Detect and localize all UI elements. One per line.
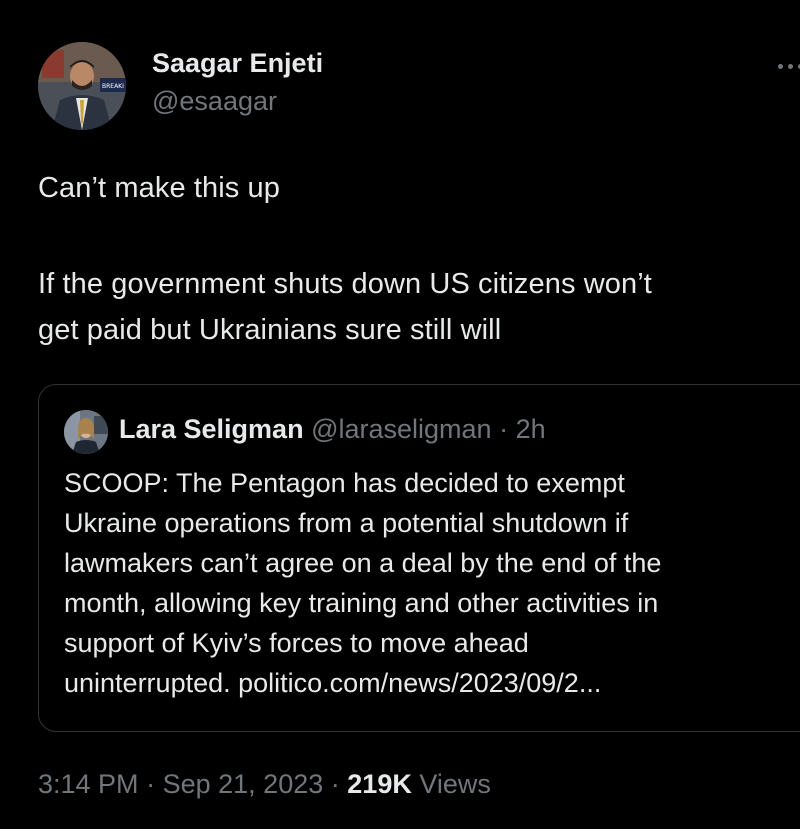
tweet-text-line: If the government shuts down US citizens… bbox=[38, 268, 652, 300]
author-avatar[interactable]: BREAKI bbox=[38, 42, 126, 130]
quoted-author-handle[interactable]: @laraseligman bbox=[311, 414, 491, 444]
tweet-date[interactable]: Sep 21, 2023 bbox=[163, 769, 324, 799]
quoted-author-avatar[interactable] bbox=[64, 410, 108, 454]
quoted-text-line: month, allowing key training and other a… bbox=[64, 588, 659, 618]
quoted-author-name[interactable]: Lara Seligman bbox=[119, 414, 304, 444]
quoted-meta-separator: · bbox=[499, 414, 509, 444]
quoted-tweet-header: Lara Seligman @laraseligman · 2h bbox=[119, 414, 546, 445]
quoted-text-line: support of Kyiv’s forces to move ahead bbox=[64, 628, 529, 658]
tweet-text-line: get paid but Ukrainians sure still will bbox=[38, 314, 502, 346]
views-count[interactable]: 219K bbox=[347, 769, 412, 799]
quoted-text-line: SCOOP: The Pentagon has decided to exemp… bbox=[64, 468, 625, 498]
author-handle[interactable]: @esaagar bbox=[152, 86, 277, 117]
quoted-tweet-time[interactable]: 2h bbox=[516, 414, 546, 444]
tweet-text-line: Can’t make this up bbox=[38, 172, 280, 204]
footer-separator: · bbox=[146, 769, 156, 799]
more-options-button[interactable] bbox=[772, 54, 800, 78]
footer-separator: · bbox=[330, 769, 340, 799]
quoted-text-line: Ukraine operations from a potential shut… bbox=[64, 508, 629, 538]
quoted-author-avatar-image bbox=[64, 410, 108, 454]
author-name[interactable]: Saagar Enjeti bbox=[152, 48, 323, 79]
quoted-text-line: uninterrupted. politico.com/news/2023/09… bbox=[64, 668, 602, 698]
views-label[interactable]: Views bbox=[419, 769, 491, 799]
avatar-overlay-text: BREAKI bbox=[102, 83, 124, 90]
quoted-text-line: lawmakers can’t agree on a deal by the e… bbox=[64, 548, 662, 578]
tweet-time[interactable]: 3:14 PM bbox=[38, 769, 139, 799]
author-avatar-image: BREAKI bbox=[38, 42, 126, 130]
tweet-footer: 3:14 PM · Sep 21, 2023 · 219K Views bbox=[38, 769, 491, 800]
